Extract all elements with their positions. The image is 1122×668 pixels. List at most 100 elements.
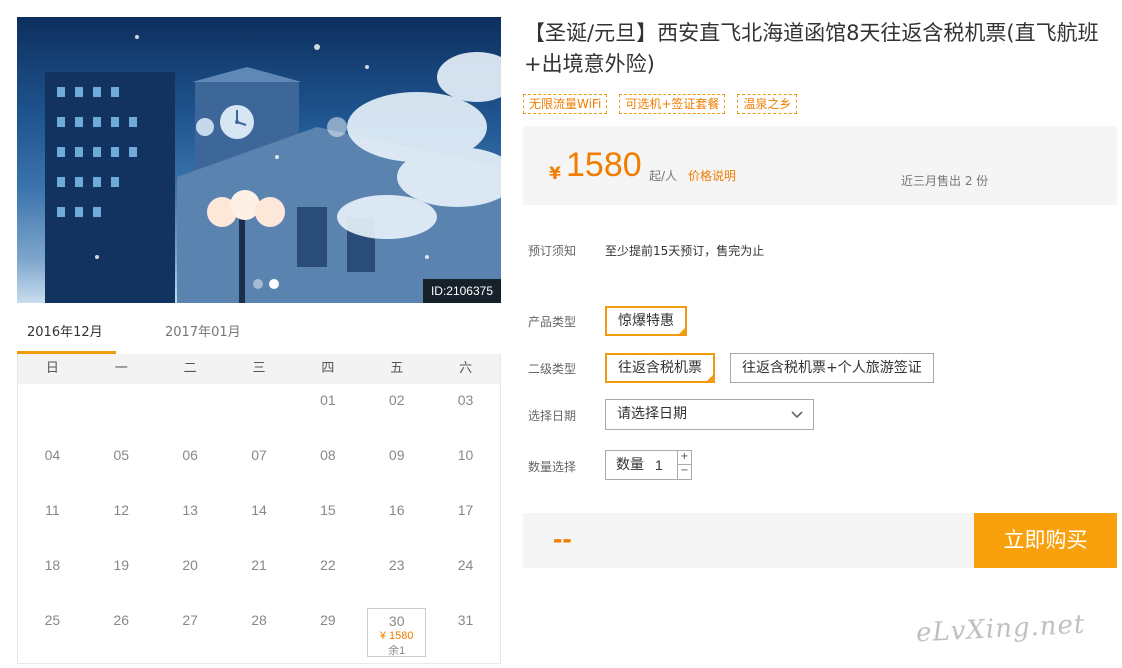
calendar-day: 28: [225, 604, 294, 659]
quantity-increase-button[interactable]: +: [678, 451, 691, 465]
calendar-day-number: 13: [182, 502, 198, 518]
product-id-badge: ID:2106375: [422, 279, 501, 303]
chevron-down-icon: [791, 411, 803, 419]
calendar-day: 07: [225, 439, 294, 494]
calendar-empty-cell: [156, 384, 225, 439]
quantity-buttons: + −: [677, 451, 691, 479]
carousel-dots: [253, 279, 279, 289]
carousel-dot[interactable]: [253, 279, 263, 289]
calendar-day-number: 31: [457, 612, 474, 628]
calendar-day-number: 26: [113, 612, 130, 628]
tag-visa-package: 可选机+签证套餐: [619, 94, 726, 114]
calendar-day: 19: [87, 549, 156, 604]
calendar-day-number: 29: [320, 612, 336, 628]
tag-wifi: 无限流量WiFi: [523, 94, 608, 114]
weekday-header: 一: [114, 361, 128, 376]
calendar-day: 08: [293, 439, 362, 494]
calendar-empty-cell: [225, 384, 294, 439]
calendar-day: 27: [156, 604, 225, 659]
weekday-header: 五: [390, 361, 404, 376]
calendar-day: 21: [225, 549, 294, 604]
purchase-bar: -- 立即购买: [523, 513, 1117, 568]
price-explanation-link[interactable]: 价格说明: [688, 167, 736, 184]
calendar-day: 18: [18, 549, 87, 604]
weekday-header: 日: [45, 361, 59, 376]
weekday-header: 二: [183, 361, 197, 376]
quantity-input[interactable]: 1: [655, 451, 663, 479]
price-unit: 起/人: [649, 169, 678, 183]
weekday-header: 六: [459, 361, 473, 376]
tab-month-2017-01[interactable]: 2017年01月: [165, 316, 264, 354]
calendar-day-number: 05: [113, 447, 130, 463]
price-currency: ¥: [549, 164, 561, 184]
sub-type-option-label: 往返含税机票+个人旅游签证: [742, 360, 922, 376]
weekday-header: 四: [321, 361, 335, 376]
calendar-day: 20: [156, 549, 225, 604]
sales-count: 近三月售出 2 份: [901, 174, 989, 188]
calendar-day-number: 22: [320, 557, 336, 573]
calendar-day-number: 20: [182, 557, 198, 573]
carousel-dot-active[interactable]: [269, 279, 279, 289]
tag-hot-spring: 温泉之乡: [737, 94, 798, 114]
calendar-day: 26: [87, 604, 156, 659]
calendar-day-number: 16: [388, 502, 405, 518]
calendar-day-number: 23: [388, 557, 405, 573]
calendar-day: 06: [156, 439, 225, 494]
calendar-day-number: 30: [388, 613, 405, 629]
quantity-stepper: 数量 1 + −: [605, 450, 692, 480]
calendar-day-number: 10: [457, 447, 474, 463]
product-hero-image[interactable]: ID:2106375: [17, 17, 501, 303]
departure-calendar: 日 一 二 三 四 五 六 01 02 03 04 05 06 07 08 09 10 11 12 13 14 15 16…: [17, 354, 501, 664]
clock-tower-snow-illustration: [45, 35, 501, 303]
product-tags: 无限流量WiFi 可选机+签证套餐 温泉之乡: [523, 94, 798, 114]
date-label: 选择日期: [528, 409, 577, 423]
date-select[interactable]: 请选择日期: [605, 399, 814, 430]
product-title: 【圣诞/元旦】西安直飞北海道函馆8天往返含税机票(直飞航班+出境意外险): [524, 21, 1099, 76]
calendar-empty-cell: [18, 384, 87, 439]
calendar-day-number: 21: [251, 557, 267, 573]
calendar-day-number: 18: [44, 557, 61, 573]
calendar-day-number: 19: [113, 557, 130, 573]
date-select-placeholder: 请选择日期: [617, 406, 687, 422]
sub-type-option-label: 往返含税机票: [618, 360, 702, 376]
calendar-day: 02: [362, 384, 431, 439]
sub-type-option-ticket-visa[interactable]: 往返含税机票+个人旅游签证: [730, 353, 934, 383]
calendar-day-number: 27: [182, 612, 198, 628]
calendar-day: 12: [87, 494, 156, 549]
calendar-day: 15: [293, 494, 362, 549]
quantity-decrease-button[interactable]: −: [678, 465, 691, 479]
price-amount: 1580: [566, 146, 642, 184]
sub-type-label: 二级类型: [528, 362, 577, 376]
calendar-day: 31: [431, 604, 500, 659]
calendar-day-grid: 01 02 03 04 05 06 07 08 09 10 11 12 13 14 15 16 17 18 19 20…: [18, 384, 500, 659]
site-watermark: eLvXing.net: [915, 609, 1087, 649]
product-type-option-selected[interactable]: 惊爆特惠: [605, 306, 687, 340]
calendar-day-number: 07: [251, 447, 267, 463]
calendar-day-number: 09: [388, 447, 405, 463]
quantity-label: 数量选择: [528, 460, 577, 474]
calendar-day-remaining: 余1: [388, 645, 406, 657]
calendar-day: 04: [18, 439, 87, 494]
buy-now-button[interactable]: 立即购买: [974, 513, 1117, 568]
calendar-day: 10: [431, 439, 500, 494]
calendar-day-number: 04: [44, 447, 61, 463]
calendar-day: 11: [18, 494, 87, 549]
product-type-option-label: 惊爆特惠: [618, 313, 674, 329]
calendar-day-number: 02: [388, 392, 405, 408]
calendar-day-available[interactable]: 30 ¥ 1580 余1: [367, 608, 427, 657]
calendar-day: 03: [431, 384, 500, 439]
calendar-day: 22: [293, 549, 362, 604]
calendar-day: 25: [18, 604, 87, 659]
calendar-day-number: 03: [457, 392, 474, 408]
calendar-day-number: 15: [320, 502, 336, 518]
booking-notice-text: 至少提前15天预订，售完为止: [605, 244, 765, 258]
calendar-day-number: 08: [320, 447, 336, 463]
price-panel: ¥ 1580 起/人 价格说明 近三月售出 2 份: [523, 126, 1117, 205]
calendar-empty-cell: [87, 384, 156, 439]
calendar-day: 05: [87, 439, 156, 494]
tab-month-2016-12[interactable]: 2016年12月: [17, 316, 116, 354]
calendar-month-tabs: 2016年12月 2017年01月: [17, 316, 501, 354]
sub-type-option-ticket[interactable]: 往返含税机票: [605, 353, 715, 387]
calendar-day: 01: [293, 384, 362, 439]
calendar-day: 17: [431, 494, 500, 549]
